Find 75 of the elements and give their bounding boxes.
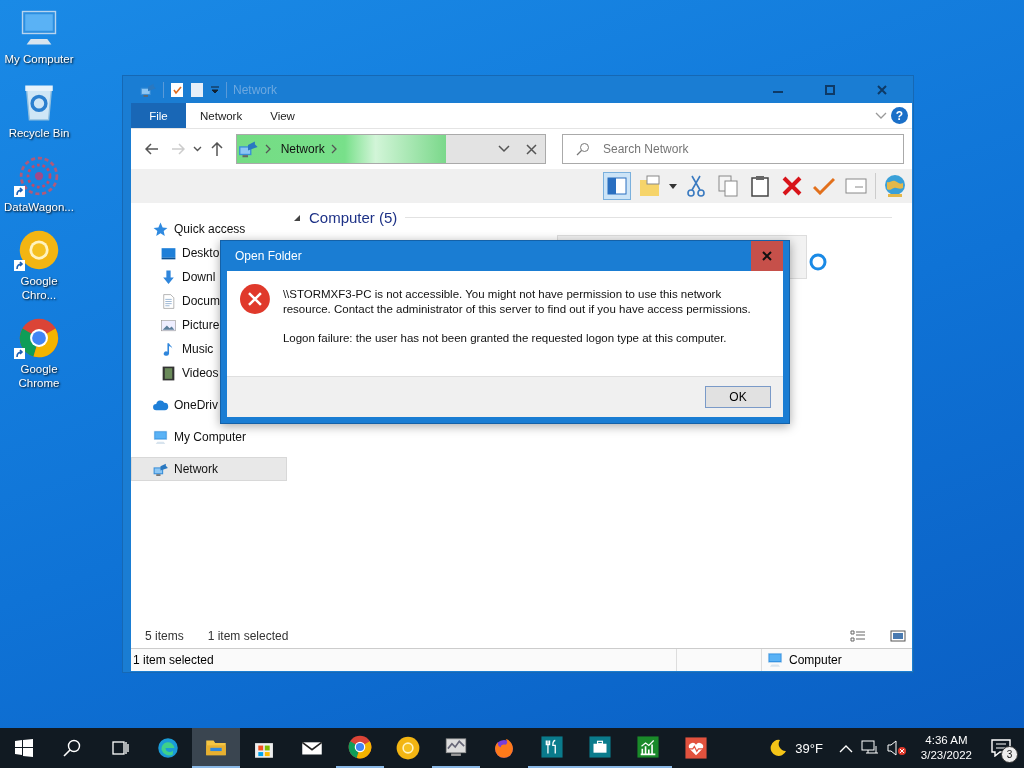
panes-button[interactable]	[603, 172, 631, 200]
error-detail: Logon failure: the user has not been granted the requested logon type at this computer.	[282, 331, 728, 346]
close-icon[interactable]	[877, 84, 887, 95]
chrome-icon	[347, 734, 373, 760]
chrome-canary-icon	[17, 228, 61, 272]
chevron-down-icon[interactable]	[875, 110, 887, 120]
item-count: 5 items	[145, 629, 184, 643]
desktop-icon-label[interactable]: Google Chrome	[4, 362, 74, 390]
film-icon	[160, 364, 177, 382]
details-view-icon[interactable]	[850, 630, 866, 642]
nav-item[interactable]: Quick access	[131, 217, 287, 241]
star-icon	[152, 220, 169, 238]
chevron-down-icon[interactable]	[498, 145, 510, 153]
muted-speaker-icon[interactable]	[886, 740, 907, 756]
selection-count: 1 item selected	[207, 629, 289, 643]
briefcase-icon	[587, 734, 613, 760]
chevron-up-icon[interactable]	[838, 743, 853, 753]
globe-button[interactable]	[882, 173, 908, 199]
recent-locations-icon[interactable]	[192, 146, 202, 152]
taskbar-app[interactable]	[192, 728, 240, 768]
maximize-icon[interactable]	[825, 84, 835, 95]
notification-icon[interactable]	[991, 739, 1011, 757]
clock-date[interactable]: 3/23/2022	[920, 748, 972, 763]
bar-chart-icon	[635, 734, 661, 760]
nav-item[interactable]: Network	[131, 457, 287, 481]
status-text: 1 item selected	[133, 653, 214, 667]
desktop-icon-label[interactable]: Google Chro...	[4, 274, 74, 302]
chrome-icon	[17, 316, 61, 360]
document-icon	[160, 292, 177, 310]
computer-icon	[152, 428, 169, 446]
dialog-title: Open Folder	[235, 249, 303, 263]
window-title: Network	[233, 82, 278, 97]
up-arrow-icon[interactable]	[210, 142, 223, 156]
ok-button[interactable]: OK	[705, 386, 771, 408]
windows-logo-icon[interactable]	[15, 739, 33, 757]
ribbon-tab[interactable]: View	[256, 103, 309, 128]
nav-item[interactable]: My Computer	[131, 425, 287, 449]
thumbnail-view-icon[interactable]	[890, 630, 906, 642]
search-field[interactable]: Search Network	[562, 134, 904, 164]
dropdown-icon[interactable]	[669, 183, 677, 189]
ribbon-tab[interactable]: Network	[186, 103, 257, 128]
close-button[interactable]	[751, 241, 783, 271]
group-header[interactable]: Computer (5)	[309, 209, 398, 226]
clock-time[interactable]: 4:36 AM	[925, 733, 968, 748]
close-icon[interactable]	[762, 251, 772, 261]
task-view-icon[interactable]	[111, 739, 129, 757]
weather-temperature[interactable]: 39°F	[795, 740, 823, 756]
collapse-triangle-icon[interactable]	[293, 213, 301, 222]
utensils-icon	[539, 734, 565, 760]
mandala-icon	[17, 154, 61, 198]
desktop-icon-label[interactable]: My Computer	[0, 52, 79, 66]
properties-icon[interactable]	[170, 81, 184, 98]
moon-icon	[769, 739, 788, 757]
address-bar[interactable]: Network	[235, 134, 546, 164]
network-icon[interactable]	[860, 740, 879, 756]
search-icon	[576, 142, 590, 156]
back-arrow-icon[interactable]	[144, 143, 159, 155]
breadcrumb[interactable]: Network	[276, 142, 329, 156]
error-icon	[239, 283, 271, 315]
chrome-canary-icon	[395, 735, 421, 761]
new-page-icon[interactable]	[190, 81, 204, 98]
computer-icon	[766, 651, 784, 669]
error-message: \\STORMXF3-PC is not accessible. You might not have permission to use this network resource. Contact the administrator of this server to find out if you have access permissions.	[282, 287, 752, 317]
desktop-icon-label[interactable]: Recycle Bin	[4, 126, 74, 140]
zone-label: Computer	[789, 653, 842, 667]
file-tab[interactable]: File	[131, 103, 186, 128]
help-button[interactable]: ?	[891, 107, 908, 124]
loading-ring-icon	[809, 253, 827, 271]
nav-item[interactable]: OneDriv	[131, 393, 287, 417]
browser-icon	[155, 735, 181, 761]
nav-item[interactable]: Downl	[131, 265, 287, 289]
search-icon[interactable]	[63, 739, 81, 757]
clear-icon[interactable]	[526, 143, 537, 155]
notification-count: 3	[1001, 746, 1018, 763]
desktop-icon-label[interactable]: DataWagon...	[0, 200, 79, 214]
